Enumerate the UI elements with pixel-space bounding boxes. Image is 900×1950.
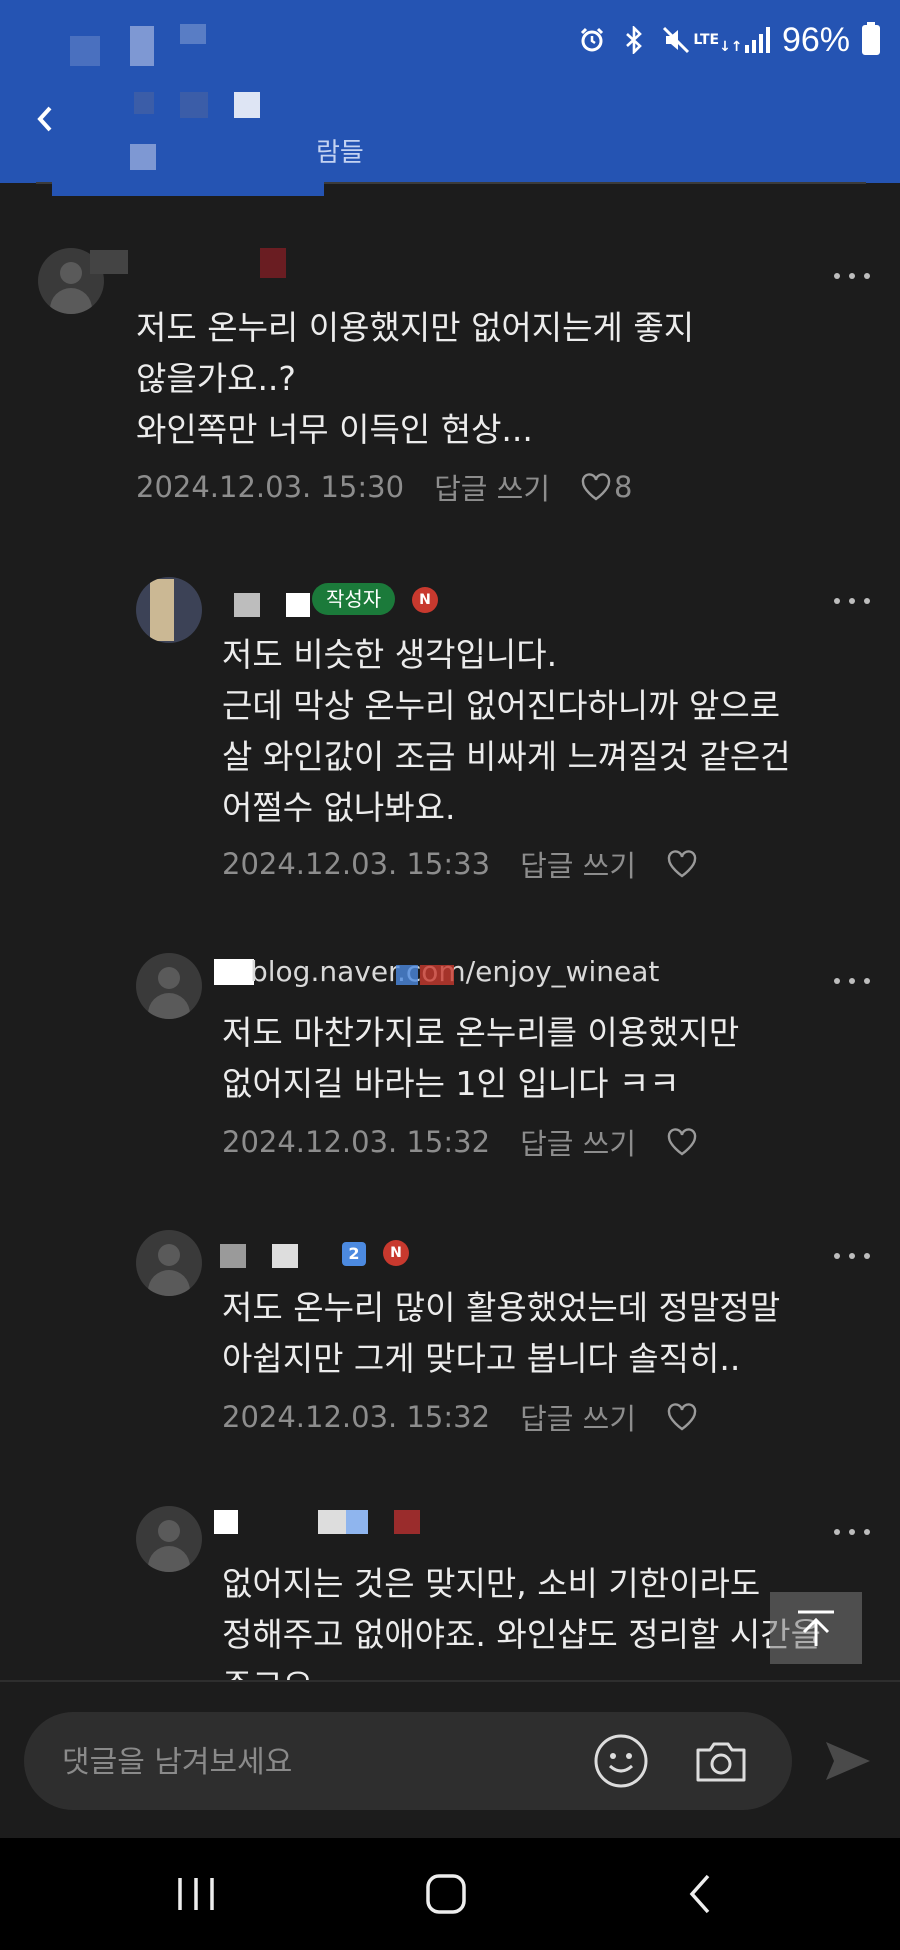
comment-meta: 2024.12.03. 15:33 답글 쓰기 <box>222 843 698 885</box>
camera-icon <box>696 1742 746 1782</box>
censored-nickname <box>90 250 128 274</box>
comment-date: 2024.12.03. 15:32 <box>222 1125 491 1159</box>
like-button[interactable] <box>666 1403 698 1431</box>
censored-nickname <box>286 593 310 617</box>
heart-icon <box>667 850 697 878</box>
censored-block <box>420 965 454 985</box>
heart-icon <box>667 1403 697 1431</box>
like-button[interactable] <box>666 850 698 878</box>
more-options-button[interactable] <box>834 270 870 282</box>
n-badge: N <box>412 587 438 613</box>
comment-meta: 2024.12.03. 15:32 답글 쓰기 <box>222 1396 698 1438</box>
censored-nickname <box>272 1244 298 1268</box>
avatar[interactable] <box>136 953 202 1019</box>
system-back-button[interactable] <box>670 1868 730 1920</box>
level-badge: 2 <box>342 1242 366 1266</box>
scroll-to-top-button[interactable] <box>770 1592 862 1664</box>
censored-nickname <box>214 959 254 985</box>
comment-date: 2024.12.03. 15:33 <box>222 847 491 881</box>
app-header: LTE ↓↑ 96% 람들 <box>0 0 900 184</box>
censored-block <box>180 92 208 118</box>
signal-icon <box>744 27 770 53</box>
censored-block <box>134 92 154 114</box>
reply-button[interactable]: 답글 쓰기 <box>520 1396 636 1438</box>
lte-indicator: LTE ↓↑ <box>693 32 743 55</box>
like-button[interactable]: 8 <box>580 470 632 504</box>
page-title: 람들 <box>316 138 364 168</box>
comment-text: 저도 비슷한 생각입니다. 근데 막상 온누리 없어진다하니까 앞으로 살 와인… <box>222 635 791 827</box>
comment-text: 저도 마찬가지로 온누리를 이용했지만 없어지길 바라는 1인 입니다 ㅋㅋ <box>222 1013 740 1103</box>
censored-block <box>70 36 100 66</box>
n-badge: N <box>383 1240 409 1266</box>
chevron-left-icon <box>37 106 52 132</box>
avatar[interactable] <box>136 1506 202 1572</box>
header-tab-indicator <box>52 176 324 196</box>
more-options-button[interactable] <box>834 1526 870 1538</box>
comment-meta: 2024.12.03. 15:30 답글 쓰기 8 <box>136 466 632 508</box>
censored-nickname <box>234 593 260 617</box>
send-button[interactable] <box>822 1738 874 1784</box>
system-navigation-bar <box>0 1838 900 1950</box>
smiley-icon <box>594 1734 648 1788</box>
comment-input[interactable] <box>60 1712 584 1812</box>
send-icon <box>826 1742 870 1780</box>
reply-button[interactable]: 답글 쓰기 <box>520 843 636 885</box>
censored-nickname <box>214 1510 238 1534</box>
comment-item: 없어지는 것은 맞지만, 소비 기한이라도 정해주고 없애야죠. 와인샵도 정리… <box>0 1506 900 1680</box>
more-options-button[interactable] <box>834 595 870 607</box>
comment-date: 2024.12.03. 15:32 <box>222 1400 491 1434</box>
censored-block <box>130 26 154 66</box>
comment-text: 저도 온누리 이용했지만 없어지는게 좋지 않을가요..? 와인쪽만 너무 이득… <box>136 308 695 449</box>
censored-block <box>396 965 418 985</box>
arrow-up-icon <box>798 1610 834 1646</box>
comment-input-bar <box>0 1680 900 1840</box>
home-button[interactable] <box>416 1868 476 1920</box>
censored-block <box>234 92 260 118</box>
comment-text: 저도 온누리 많이 활용했었는데 정말정말 아쉽지만 그게 맞다고 봅니다 솔직… <box>222 1288 781 1378</box>
battery-icon <box>862 22 880 55</box>
comment-text: 없어지는 것은 맞지만, 소비 기한이라도 정해주고 없애야죠. 와인샵도 정리… <box>222 1564 821 1680</box>
back-arrow-icon <box>689 1874 710 1914</box>
recent-apps-icon <box>178 1878 214 1910</box>
camera-button[interactable] <box>692 1732 750 1790</box>
censored-nickname <box>260 248 286 278</box>
comment-meta: 2024.12.03. 15:32 답글 쓰기 <box>222 1121 698 1163</box>
comment-input-container <box>24 1712 792 1812</box>
bluetooth-icon <box>619 25 649 55</box>
censored-block <box>130 144 156 170</box>
mute-icon <box>661 25 691 55</box>
alarm-icon <box>577 25 607 55</box>
like-button[interactable] <box>666 1128 698 1156</box>
emoji-button[interactable] <box>592 1732 650 1790</box>
home-icon <box>426 1874 466 1914</box>
more-options-button[interactable] <box>834 975 870 987</box>
heart-icon <box>581 473 611 501</box>
like-count: 8 <box>614 470 633 504</box>
avatar[interactable] <box>136 1230 202 1296</box>
back-button[interactable] <box>34 104 64 134</box>
censored-nickname <box>220 1244 246 1268</box>
comment-date: 2024.12.03. 15:30 <box>136 470 405 504</box>
status-bar: LTE ↓↑ 96% <box>577 18 880 62</box>
censored-block <box>346 1510 368 1534</box>
recent-apps-button[interactable] <box>166 1868 226 1920</box>
censored-block <box>180 24 206 44</box>
heart-icon <box>667 1128 697 1156</box>
reply-button[interactable]: 답글 쓰기 <box>520 1121 636 1163</box>
avatar[interactable] <box>136 577 202 643</box>
battery-percentage: 96% <box>781 20 850 59</box>
writer-badge: 작성자 <box>312 583 396 615</box>
more-options-button[interactable] <box>834 1250 870 1262</box>
blog-link[interactable]: blog.naver.com/enjoy_wineat <box>250 955 659 988</box>
censored-block <box>394 1510 420 1534</box>
reply-button[interactable]: 답글 쓰기 <box>434 466 550 508</box>
